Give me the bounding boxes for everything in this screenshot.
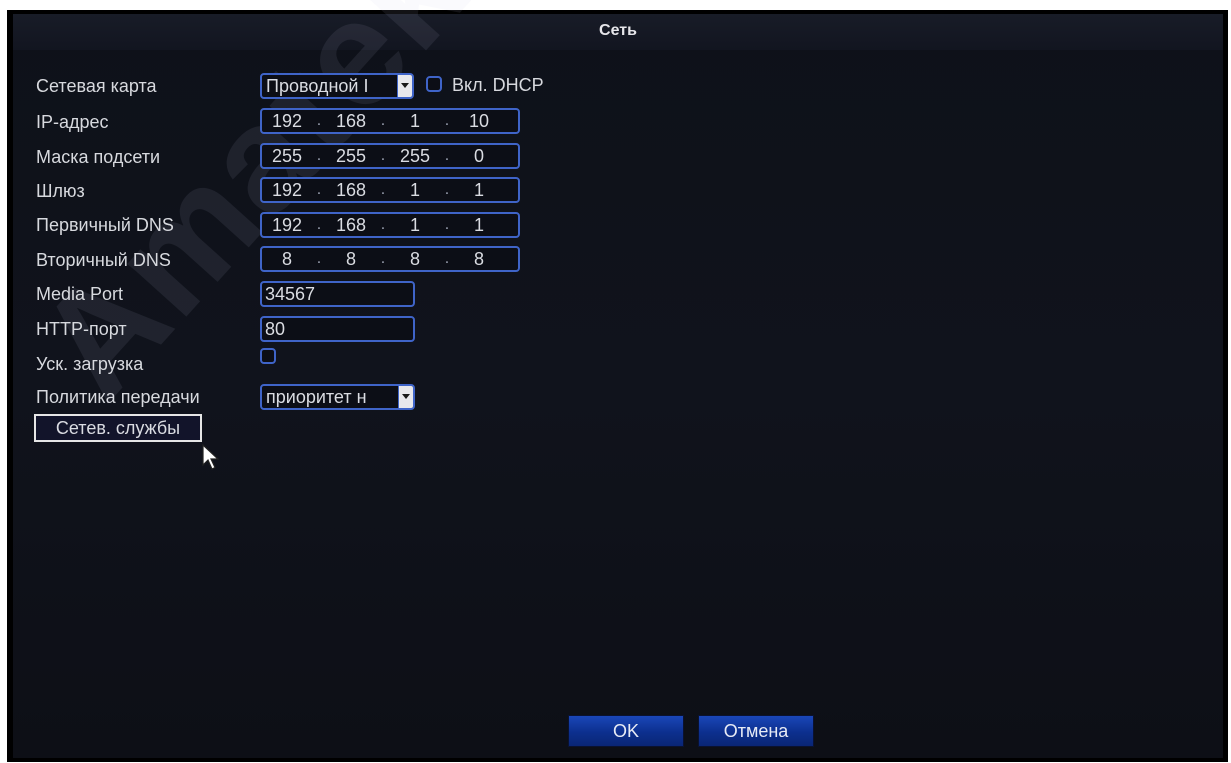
- chevron-down-icon[interactable]: [398, 386, 413, 408]
- gateway-octet-4[interactable]: 1: [456, 179, 502, 201]
- dns2-octet-1[interactable]: 8: [264, 248, 310, 270]
- secondary-dns-label: Вторичный DNS: [36, 250, 171, 270]
- network-settings-dialog: Сеть Amatek Сетевая карта Проводной I Вк…: [4, 0, 1223, 758]
- octet-separator: .: [316, 112, 322, 129]
- cancel-button[interactable]: Отмена: [698, 715, 814, 747]
- dns2-octet-3[interactable]: 8: [392, 248, 438, 270]
- dns2-octet-4[interactable]: 8: [456, 248, 502, 270]
- octet-separator: .: [380, 216, 386, 233]
- dns1-octet-3[interactable]: 1: [392, 214, 438, 236]
- mask-octet-4[interactable]: 0: [456, 145, 502, 167]
- subnet-mask-label: Маска подсети: [36, 147, 161, 167]
- network-card-select[interactable]: Проводной I: [260, 73, 414, 99]
- mask-octet-1[interactable]: 255: [264, 145, 310, 167]
- ip-octet-1[interactable]: 192: [264, 110, 310, 132]
- dns2-octet-2[interactable]: 8: [328, 248, 374, 270]
- octet-separator: .: [380, 181, 386, 198]
- fast-download-label: Уск. загрузка: [36, 354, 144, 374]
- media-port-value: 34567: [265, 284, 316, 304]
- octet-separator: .: [444, 216, 450, 233]
- transfer-policy-label: Политика передачи: [36, 387, 200, 407]
- octet-separator: .: [380, 147, 386, 164]
- secondary-dns-field[interactable]: 8 . 8 . 8 . 8: [260, 246, 520, 272]
- http-port-input[interactable]: 80: [260, 316, 415, 342]
- dns1-octet-1[interactable]: 192: [264, 214, 310, 236]
- octet-separator: .: [444, 112, 450, 129]
- mouse-pointer-icon: [202, 444, 220, 470]
- ip-octet-3[interactable]: 1: [392, 110, 438, 132]
- octet-separator: .: [316, 216, 322, 233]
- primary-dns-label: Первичный DNS: [36, 215, 174, 235]
- dhcp-checkbox[interactable]: [426, 76, 442, 92]
- transfer-policy-value: приоритет н: [266, 387, 367, 407]
- dns1-octet-2[interactable]: 168: [328, 214, 374, 236]
- ok-button[interactable]: OK: [568, 715, 684, 747]
- mask-octet-3[interactable]: 255: [392, 145, 438, 167]
- transfer-policy-select[interactable]: приоритет н: [260, 384, 415, 410]
- primary-dns-field[interactable]: 192 . 168 . 1 . 1: [260, 212, 520, 238]
- network-card-value: Проводной I: [266, 76, 369, 96]
- window-title: Сеть: [599, 22, 637, 39]
- octet-separator: .: [444, 147, 450, 164]
- mask-octet-2[interactable]: 255: [328, 145, 374, 167]
- subnet-mask-field[interactable]: 255 . 255 . 255 . 0: [260, 143, 520, 169]
- octet-separator: .: [316, 147, 322, 164]
- media-port-label: Media Port: [36, 284, 124, 304]
- http-port-label: HTTP-порт: [36, 319, 127, 339]
- dhcp-label: Вкл. DHCP: [452, 75, 544, 95]
- octet-separator: .: [316, 181, 322, 198]
- chevron-down-icon[interactable]: [397, 75, 412, 97]
- media-port-input[interactable]: 34567: [260, 281, 415, 307]
- ip-octet-4[interactable]: 10: [456, 110, 502, 132]
- network-services-button[interactable]: Сетев. службы: [34, 414, 202, 442]
- gateway-octet-1[interactable]: 192: [264, 179, 310, 201]
- ip-octet-2[interactable]: 168: [328, 110, 374, 132]
- ip-address-label: IP-адрес: [36, 112, 109, 132]
- octet-separator: .: [380, 250, 386, 267]
- gateway-field[interactable]: 192 . 168 . 1 . 1: [260, 177, 520, 203]
- octet-separator: .: [444, 250, 450, 267]
- gateway-octet-3[interactable]: 1: [392, 179, 438, 201]
- dns1-octet-4[interactable]: 1: [456, 214, 502, 236]
- gateway-label: Шлюз: [36, 181, 85, 201]
- http-port-value: 80: [265, 319, 286, 339]
- gateway-octet-2[interactable]: 168: [328, 179, 374, 201]
- octet-separator: .: [380, 112, 386, 129]
- window-frame: Сеть Amatek Сетевая карта Проводной I Вк…: [4, 0, 1228, 762]
- network-card-label: Сетевая карта: [36, 76, 157, 96]
- octet-separator: .: [316, 250, 322, 267]
- octet-separator: .: [444, 181, 450, 198]
- fast-download-checkbox[interactable]: [260, 348, 276, 364]
- title-bar: Сеть: [13, 14, 1223, 50]
- ip-address-field[interactable]: 192 . 168 . 1 . 10: [260, 108, 520, 134]
